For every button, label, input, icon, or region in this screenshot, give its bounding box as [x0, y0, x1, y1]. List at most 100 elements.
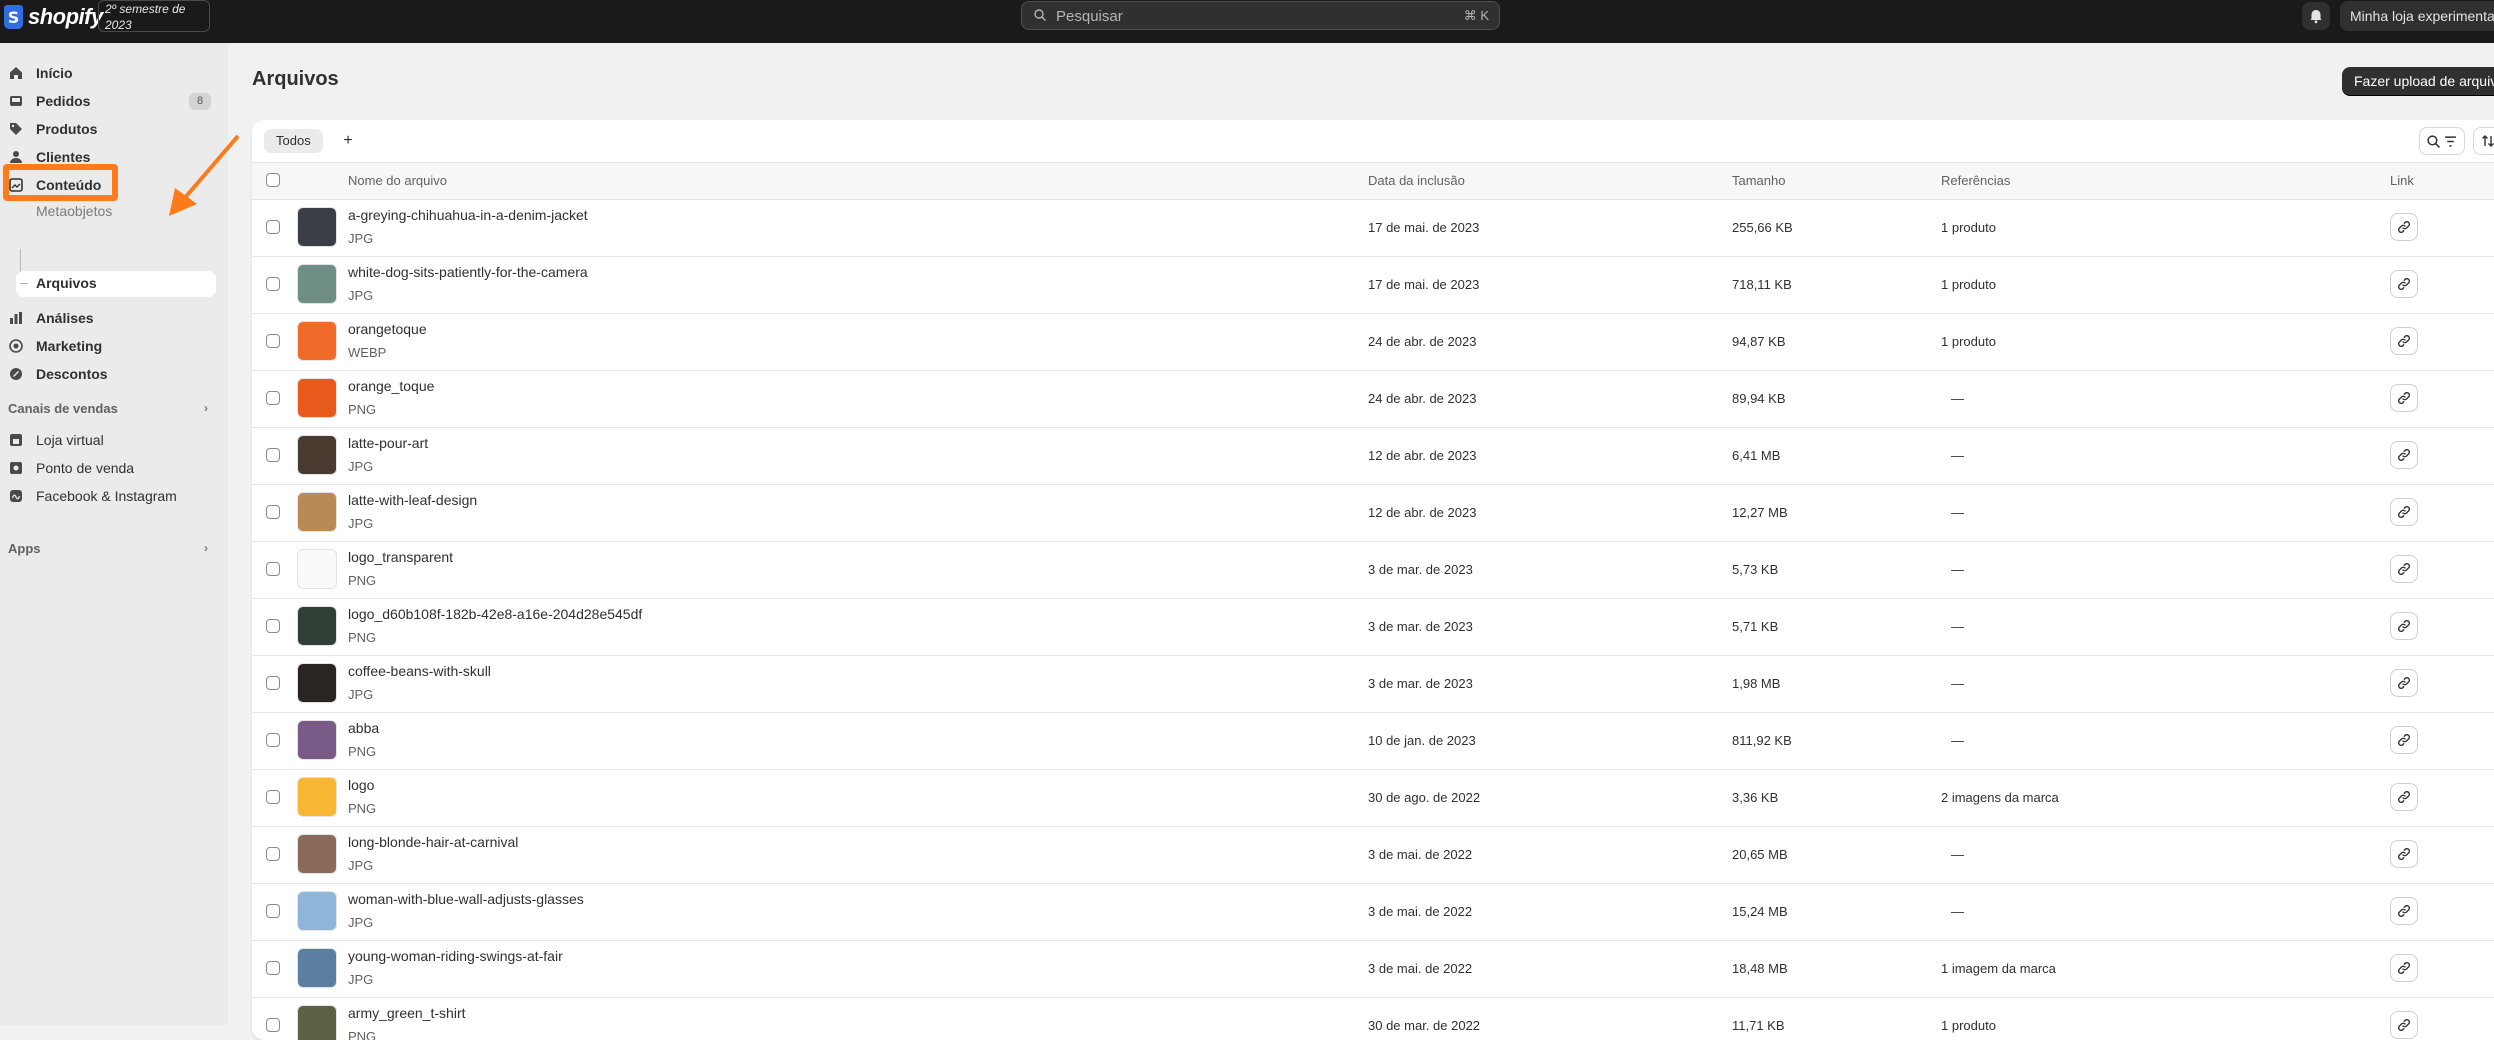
row-checkbox[interactable] — [266, 562, 280, 576]
file-name[interactable]: coffee-beans-with-skull — [348, 663, 491, 679]
file-references[interactable]: 1 produto — [1941, 334, 1996, 349]
file-references[interactable]: 1 produto — [1941, 277, 1996, 292]
file-name[interactable]: orangetoque — [348, 321, 427, 337]
table-row[interactable]: orangetoque WEBP 24 de abr. de 2023 94,87 K… — [252, 313, 2494, 371]
file-thumbnail[interactable] — [297, 891, 337, 931]
file-thumbnail[interactable] — [297, 492, 337, 532]
table-row[interactable]: army_green_t-shirt PNG 30 de mar. de 2022 1… — [252, 997, 2494, 1040]
sidebar-subitem-arquivos[interactable]: Arquivos — [36, 275, 97, 291]
row-checkbox[interactable] — [266, 961, 280, 975]
copy-link-button[interactable] — [2390, 726, 2418, 754]
sidebar-item-ponto-de-venda[interactable]: Ponto de venda — [8, 455, 215, 481]
copy-link-button[interactable] — [2390, 213, 2418, 241]
column-header-date[interactable]: Data da inclusão — [1368, 173, 1465, 188]
file-name[interactable]: long-blonde-hair-at-carnival — [348, 834, 518, 850]
table-row[interactable]: orange_toque PNG 24 de abr. de 2023 89,94 K… — [252, 370, 2494, 428]
sidebar-item-facebook-instagram[interactable]: Facebook & Instagram — [8, 483, 215, 509]
file-name[interactable]: woman-with-blue-wall-adjusts-glasses — [348, 891, 584, 907]
file-thumbnail[interactable] — [297, 435, 337, 475]
copy-link-button[interactable] — [2390, 498, 2418, 526]
copy-link-button[interactable] — [2390, 1011, 2418, 1039]
row-checkbox[interactable] — [266, 847, 280, 861]
sidebar-item-pedidos[interactable]: Pedidos 8 — [8, 88, 215, 114]
file-thumbnail[interactable] — [297, 777, 337, 817]
copy-link-button[interactable] — [2390, 270, 2418, 298]
row-checkbox[interactable] — [266, 277, 280, 291]
copy-link-button[interactable] — [2390, 669, 2418, 697]
sidebar-item-loja-virtual[interactable]: Loja virtual — [8, 427, 215, 453]
tab-todos[interactable]: Todos — [264, 129, 323, 153]
row-checkbox[interactable] — [266, 676, 280, 690]
row-checkbox[interactable] — [266, 448, 280, 462]
table-row[interactable]: long-blonde-hair-at-carnival JPG 3 de mai.… — [252, 826, 2494, 884]
file-name[interactable]: white-dog-sits-patiently-for-the-camera — [348, 264, 588, 280]
store-menu-button[interactable]: Minha loja experimental — [2340, 1, 2494, 31]
sidebar-item-marketing[interactable]: Marketing — [8, 333, 215, 359]
copy-link-button[interactable] — [2390, 441, 2418, 469]
copy-link-button[interactable] — [2390, 783, 2418, 811]
file-name[interactable]: young-woman-riding-swings-at-fair — [348, 948, 563, 964]
file-references[interactable]: 1 produto — [1941, 1018, 1996, 1033]
file-name[interactable]: abba — [348, 720, 379, 736]
sidebar-subitem-metaobjetos[interactable]: Metaobjetos — [36, 203, 112, 219]
sidebar-item-analises[interactable]: Análises — [8, 305, 215, 331]
file-name[interactable]: logo — [348, 777, 374, 793]
column-header-name[interactable]: Nome do arquivo — [348, 173, 447, 188]
copy-link-button[interactable] — [2390, 384, 2418, 412]
table-row[interactable]: logo PNG 30 de ago. de 2022 3,36 KB 2 imagen… — [252, 769, 2494, 827]
file-name[interactable]: latte-with-leaf-design — [348, 492, 477, 508]
sales-channels-section[interactable]: Canais de vendas › — [8, 401, 208, 416]
file-name[interactable]: logo_d60b108f-182b-42e8-a16e-204d28e545d… — [348, 606, 642, 622]
file-references[interactable]: 1 produto — [1941, 220, 1996, 235]
file-name[interactable]: orange_toque — [348, 378, 434, 394]
file-thumbnail[interactable] — [297, 321, 337, 361]
shopify-logo[interactable]: shopify — [4, 4, 103, 30]
table-row[interactable]: latte-pour-art JPG 12 de abr. de 2023 6,41 … — [252, 427, 2494, 485]
select-all-checkbox[interactable] — [266, 173, 280, 187]
column-header-size[interactable]: Tamanho — [1732, 173, 1785, 188]
file-thumbnail[interactable] — [297, 1005, 337, 1040]
copy-link-button[interactable] — [2390, 954, 2418, 982]
file-thumbnail[interactable] — [297, 549, 337, 589]
file-thumbnail[interactable] — [297, 663, 337, 703]
row-checkbox[interactable] — [266, 619, 280, 633]
copy-link-button[interactable] — [2390, 897, 2418, 925]
copy-link-button[interactable] — [2390, 840, 2418, 868]
file-thumbnail[interactable] — [297, 207, 337, 247]
table-row[interactable]: latte-with-leaf-design JPG 12 de abr. de 2… — [252, 484, 2494, 542]
row-checkbox[interactable] — [266, 334, 280, 348]
row-checkbox[interactable] — [266, 220, 280, 234]
sort-button[interactable] — [2473, 127, 2494, 155]
row-checkbox[interactable] — [266, 505, 280, 519]
file-name[interactable]: army_green_t-shirt — [348, 1005, 466, 1021]
row-checkbox[interactable] — [266, 904, 280, 918]
sidebar-item-descontos[interactable]: Descontos — [8, 361, 215, 387]
search-filter-button[interactable] — [2419, 127, 2465, 155]
table-row[interactable]: young-woman-riding-swings-at-fair JPG 3 de… — [252, 940, 2494, 998]
copy-link-button[interactable] — [2390, 327, 2418, 355]
file-thumbnail[interactable] — [297, 720, 337, 760]
upload-files-button[interactable]: Fazer upload de arquivos — [2342, 67, 2494, 95]
row-checkbox[interactable] — [266, 790, 280, 804]
file-name[interactable]: logo_transparent — [348, 549, 453, 565]
file-thumbnail[interactable] — [297, 606, 337, 646]
copy-link-button[interactable] — [2390, 612, 2418, 640]
file-thumbnail[interactable] — [297, 378, 337, 418]
sidebar-item-inicio[interactable]: Início — [8, 60, 215, 86]
file-thumbnail[interactable] — [297, 948, 337, 988]
row-checkbox[interactable] — [266, 391, 280, 405]
table-row[interactable]: a-greying-chihuahua-in-a-denim-jacket JPG… — [252, 199, 2494, 257]
file-references[interactable]: 2 imagens da marca — [1941, 790, 2059, 805]
add-view-button[interactable]: + — [338, 129, 358, 153]
table-row[interactable]: white-dog-sits-patiently-for-the-camera J… — [252, 256, 2494, 314]
file-thumbnail[interactable] — [297, 834, 337, 874]
apps-section[interactable]: Apps › — [8, 541, 208, 556]
file-name[interactable]: latte-pour-art — [348, 435, 428, 451]
table-row[interactable]: abba PNG 10 de jan. de 2023 811,92 KB — — [252, 712, 2494, 770]
table-row[interactable]: logo_d60b108f-182b-42e8-a16e-204d28e545d… — [252, 598, 2494, 656]
file-name[interactable]: a-greying-chihuahua-in-a-denim-jacket — [348, 207, 588, 223]
copy-link-button[interactable] — [2390, 555, 2418, 583]
notifications-button[interactable] — [2302, 2, 2330, 30]
row-checkbox[interactable] — [266, 733, 280, 747]
row-checkbox[interactable] — [266, 1018, 280, 1032]
